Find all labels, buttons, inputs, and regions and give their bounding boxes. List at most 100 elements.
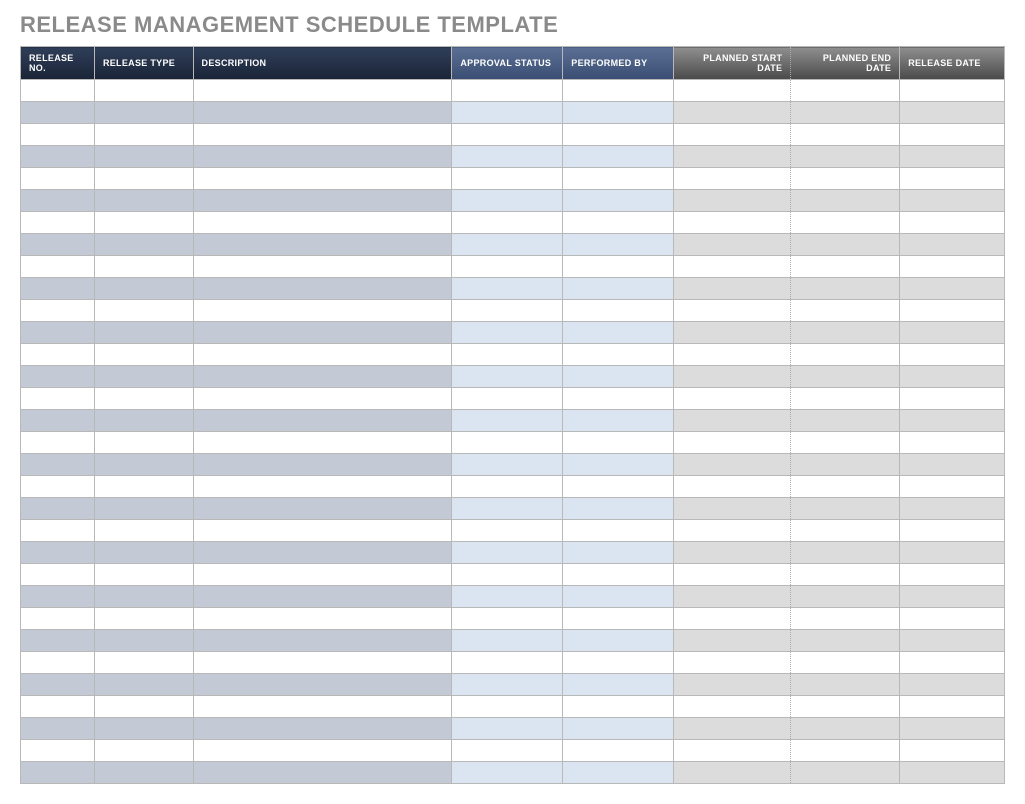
cell[interactable] (563, 652, 674, 674)
cell[interactable] (94, 366, 193, 388)
cell[interactable] (94, 454, 193, 476)
cell[interactable] (21, 278, 95, 300)
cell[interactable] (563, 212, 674, 234)
cell[interactable] (193, 564, 452, 586)
cell[interactable] (674, 322, 791, 344)
cell[interactable] (452, 432, 563, 454)
cell[interactable] (452, 366, 563, 388)
cell[interactable] (94, 344, 193, 366)
cell[interactable] (900, 476, 1005, 498)
cell[interactable] (791, 102, 900, 124)
cell[interactable] (674, 212, 791, 234)
cell[interactable] (900, 410, 1005, 432)
cell[interactable] (900, 652, 1005, 674)
cell[interactable] (791, 564, 900, 586)
cell[interactable] (21, 564, 95, 586)
cell[interactable] (94, 388, 193, 410)
cell[interactable] (452, 102, 563, 124)
cell[interactable] (900, 608, 1005, 630)
cell[interactable] (21, 256, 95, 278)
cell[interactable] (193, 190, 452, 212)
cell[interactable] (21, 212, 95, 234)
cell[interactable] (193, 168, 452, 190)
cell[interactable] (193, 80, 452, 102)
cell[interactable] (193, 674, 452, 696)
cell[interactable] (674, 256, 791, 278)
cell[interactable] (452, 212, 563, 234)
cell[interactable] (563, 366, 674, 388)
cell[interactable] (193, 124, 452, 146)
cell[interactable] (791, 454, 900, 476)
cell[interactable] (563, 674, 674, 696)
cell[interactable] (900, 718, 1005, 740)
cell[interactable] (94, 652, 193, 674)
cell[interactable] (791, 586, 900, 608)
cell[interactable] (193, 432, 452, 454)
cell[interactable] (94, 498, 193, 520)
cell[interactable] (193, 454, 452, 476)
cell[interactable] (791, 718, 900, 740)
cell[interactable] (900, 520, 1005, 542)
cell[interactable] (193, 366, 452, 388)
cell[interactable] (193, 696, 452, 718)
cell[interactable] (900, 102, 1005, 124)
cell[interactable] (900, 498, 1005, 520)
cell[interactable] (193, 146, 452, 168)
cell[interactable] (21, 476, 95, 498)
cell[interactable] (193, 520, 452, 542)
cell[interactable] (563, 146, 674, 168)
cell[interactable] (94, 476, 193, 498)
cell[interactable] (900, 322, 1005, 344)
cell[interactable] (21, 80, 95, 102)
cell[interactable] (452, 278, 563, 300)
cell[interactable] (21, 432, 95, 454)
cell[interactable] (21, 454, 95, 476)
cell[interactable] (452, 300, 563, 322)
cell[interactable] (674, 762, 791, 784)
cell[interactable] (791, 124, 900, 146)
cell[interactable] (94, 432, 193, 454)
cell[interactable] (674, 498, 791, 520)
cell[interactable] (791, 190, 900, 212)
cell[interactable] (674, 234, 791, 256)
cell[interactable] (452, 476, 563, 498)
cell[interactable] (452, 586, 563, 608)
cell[interactable] (21, 652, 95, 674)
cell[interactable] (674, 696, 791, 718)
cell[interactable] (21, 124, 95, 146)
cell[interactable] (21, 762, 95, 784)
cell[interactable] (563, 344, 674, 366)
cell[interactable] (900, 586, 1005, 608)
cell[interactable] (563, 322, 674, 344)
cell[interactable] (791, 498, 900, 520)
cell[interactable] (900, 740, 1005, 762)
cell[interactable] (900, 256, 1005, 278)
cell[interactable] (21, 322, 95, 344)
cell[interactable] (452, 146, 563, 168)
cell[interactable] (94, 542, 193, 564)
cell[interactable] (452, 190, 563, 212)
cell[interactable] (452, 674, 563, 696)
cell[interactable] (94, 740, 193, 762)
cell[interactable] (21, 674, 95, 696)
cell[interactable] (791, 234, 900, 256)
cell[interactable] (791, 300, 900, 322)
cell[interactable] (452, 564, 563, 586)
cell[interactable] (94, 718, 193, 740)
cell[interactable] (900, 696, 1005, 718)
cell[interactable] (900, 124, 1005, 146)
cell[interactable] (21, 300, 95, 322)
cell[interactable] (791, 80, 900, 102)
cell[interactable] (791, 476, 900, 498)
cell[interactable] (193, 344, 452, 366)
cell[interactable] (94, 300, 193, 322)
cell[interactable] (563, 520, 674, 542)
cell[interactable] (791, 168, 900, 190)
cell[interactable] (900, 212, 1005, 234)
cell[interactable] (21, 388, 95, 410)
cell[interactable] (563, 124, 674, 146)
cell[interactable] (563, 102, 674, 124)
cell[interactable] (94, 146, 193, 168)
cell[interactable] (791, 410, 900, 432)
cell[interactable] (563, 498, 674, 520)
